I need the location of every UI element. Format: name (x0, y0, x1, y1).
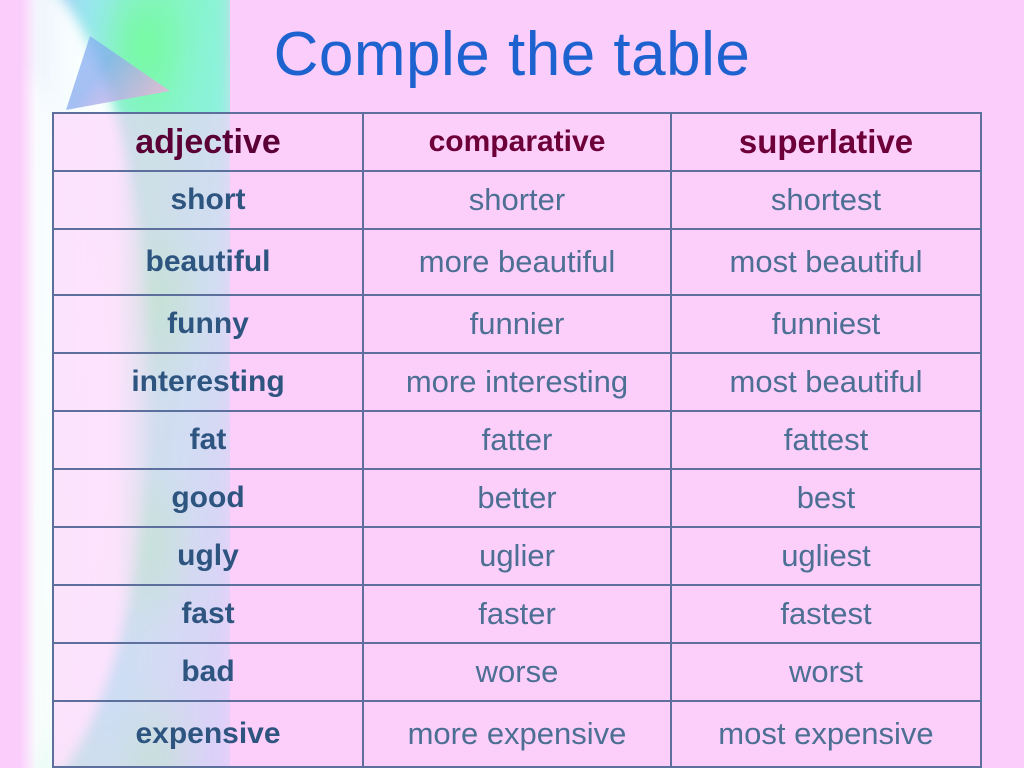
cell-superlative: fastest (670, 584, 982, 644)
column-header-comparative: comparative (362, 112, 672, 172)
cell-adjective: good (52, 468, 364, 528)
cell-superlative: best (670, 468, 982, 528)
cell-adjective: funny (52, 294, 364, 354)
cell-superlative: shortest (670, 170, 982, 230)
cell-comparative: funnier (362, 294, 672, 354)
table-header-row: adjective comparative superlative (52, 112, 982, 172)
cell-superlative: most beautiful (670, 228, 982, 296)
column-header-adjective: adjective (52, 112, 364, 172)
page-title: Comple the table (273, 20, 751, 89)
cell-comparative: uglier (362, 526, 672, 586)
table-row: fat fatter fattest (52, 410, 982, 470)
slide: Comple the table adjective comparative s… (0, 0, 1024, 768)
cell-comparative: more interesting (362, 352, 672, 412)
table-row: fast faster fastest (52, 584, 982, 644)
cell-comparative: more beautiful (362, 228, 672, 296)
cell-comparative: worse (362, 642, 672, 702)
cell-adjective: interesting (52, 352, 364, 412)
cell-comparative: fatter (362, 410, 672, 470)
pink-left-edge (0, 0, 36, 768)
comparatives-table-wrapper: adjective comparative superlative short … (52, 112, 982, 768)
cell-adjective: beautiful (52, 228, 364, 296)
cell-comparative: shorter (362, 170, 672, 230)
table-row: interesting more interesting most beauti… (52, 352, 982, 412)
cell-adjective: bad (52, 642, 364, 702)
cell-comparative: better (362, 468, 672, 528)
cell-comparative: more expensive (362, 700, 672, 768)
cell-adjective: fat (52, 410, 364, 470)
cell-adjective: fast (52, 584, 364, 644)
cell-adjective: ugly (52, 526, 364, 586)
cell-adjective: short (52, 170, 364, 230)
cell-superlative: funniest (670, 294, 982, 354)
cell-superlative: most expensive (670, 700, 982, 768)
table-row: good better best (52, 468, 982, 528)
table-row: bad worse worst (52, 642, 982, 702)
table-row: expensive more expensive most expensive (52, 700, 982, 768)
table-row: short shorter shortest (52, 170, 982, 230)
column-header-superlative: superlative (670, 112, 982, 172)
cell-comparative: faster (362, 584, 672, 644)
table-row: funny funnier funniest (52, 294, 982, 354)
cell-superlative: fattest (670, 410, 982, 470)
table-row: beautiful more beautiful most beautiful (52, 228, 982, 296)
cell-superlative: ugliest (670, 526, 982, 586)
cell-superlative: most beautiful (670, 352, 982, 412)
cell-superlative: worst (670, 642, 982, 702)
table-row: ugly uglier ugliest (52, 526, 982, 586)
comparatives-table: adjective comparative superlative short … (52, 112, 982, 768)
cell-adjective: expensive (52, 700, 364, 768)
